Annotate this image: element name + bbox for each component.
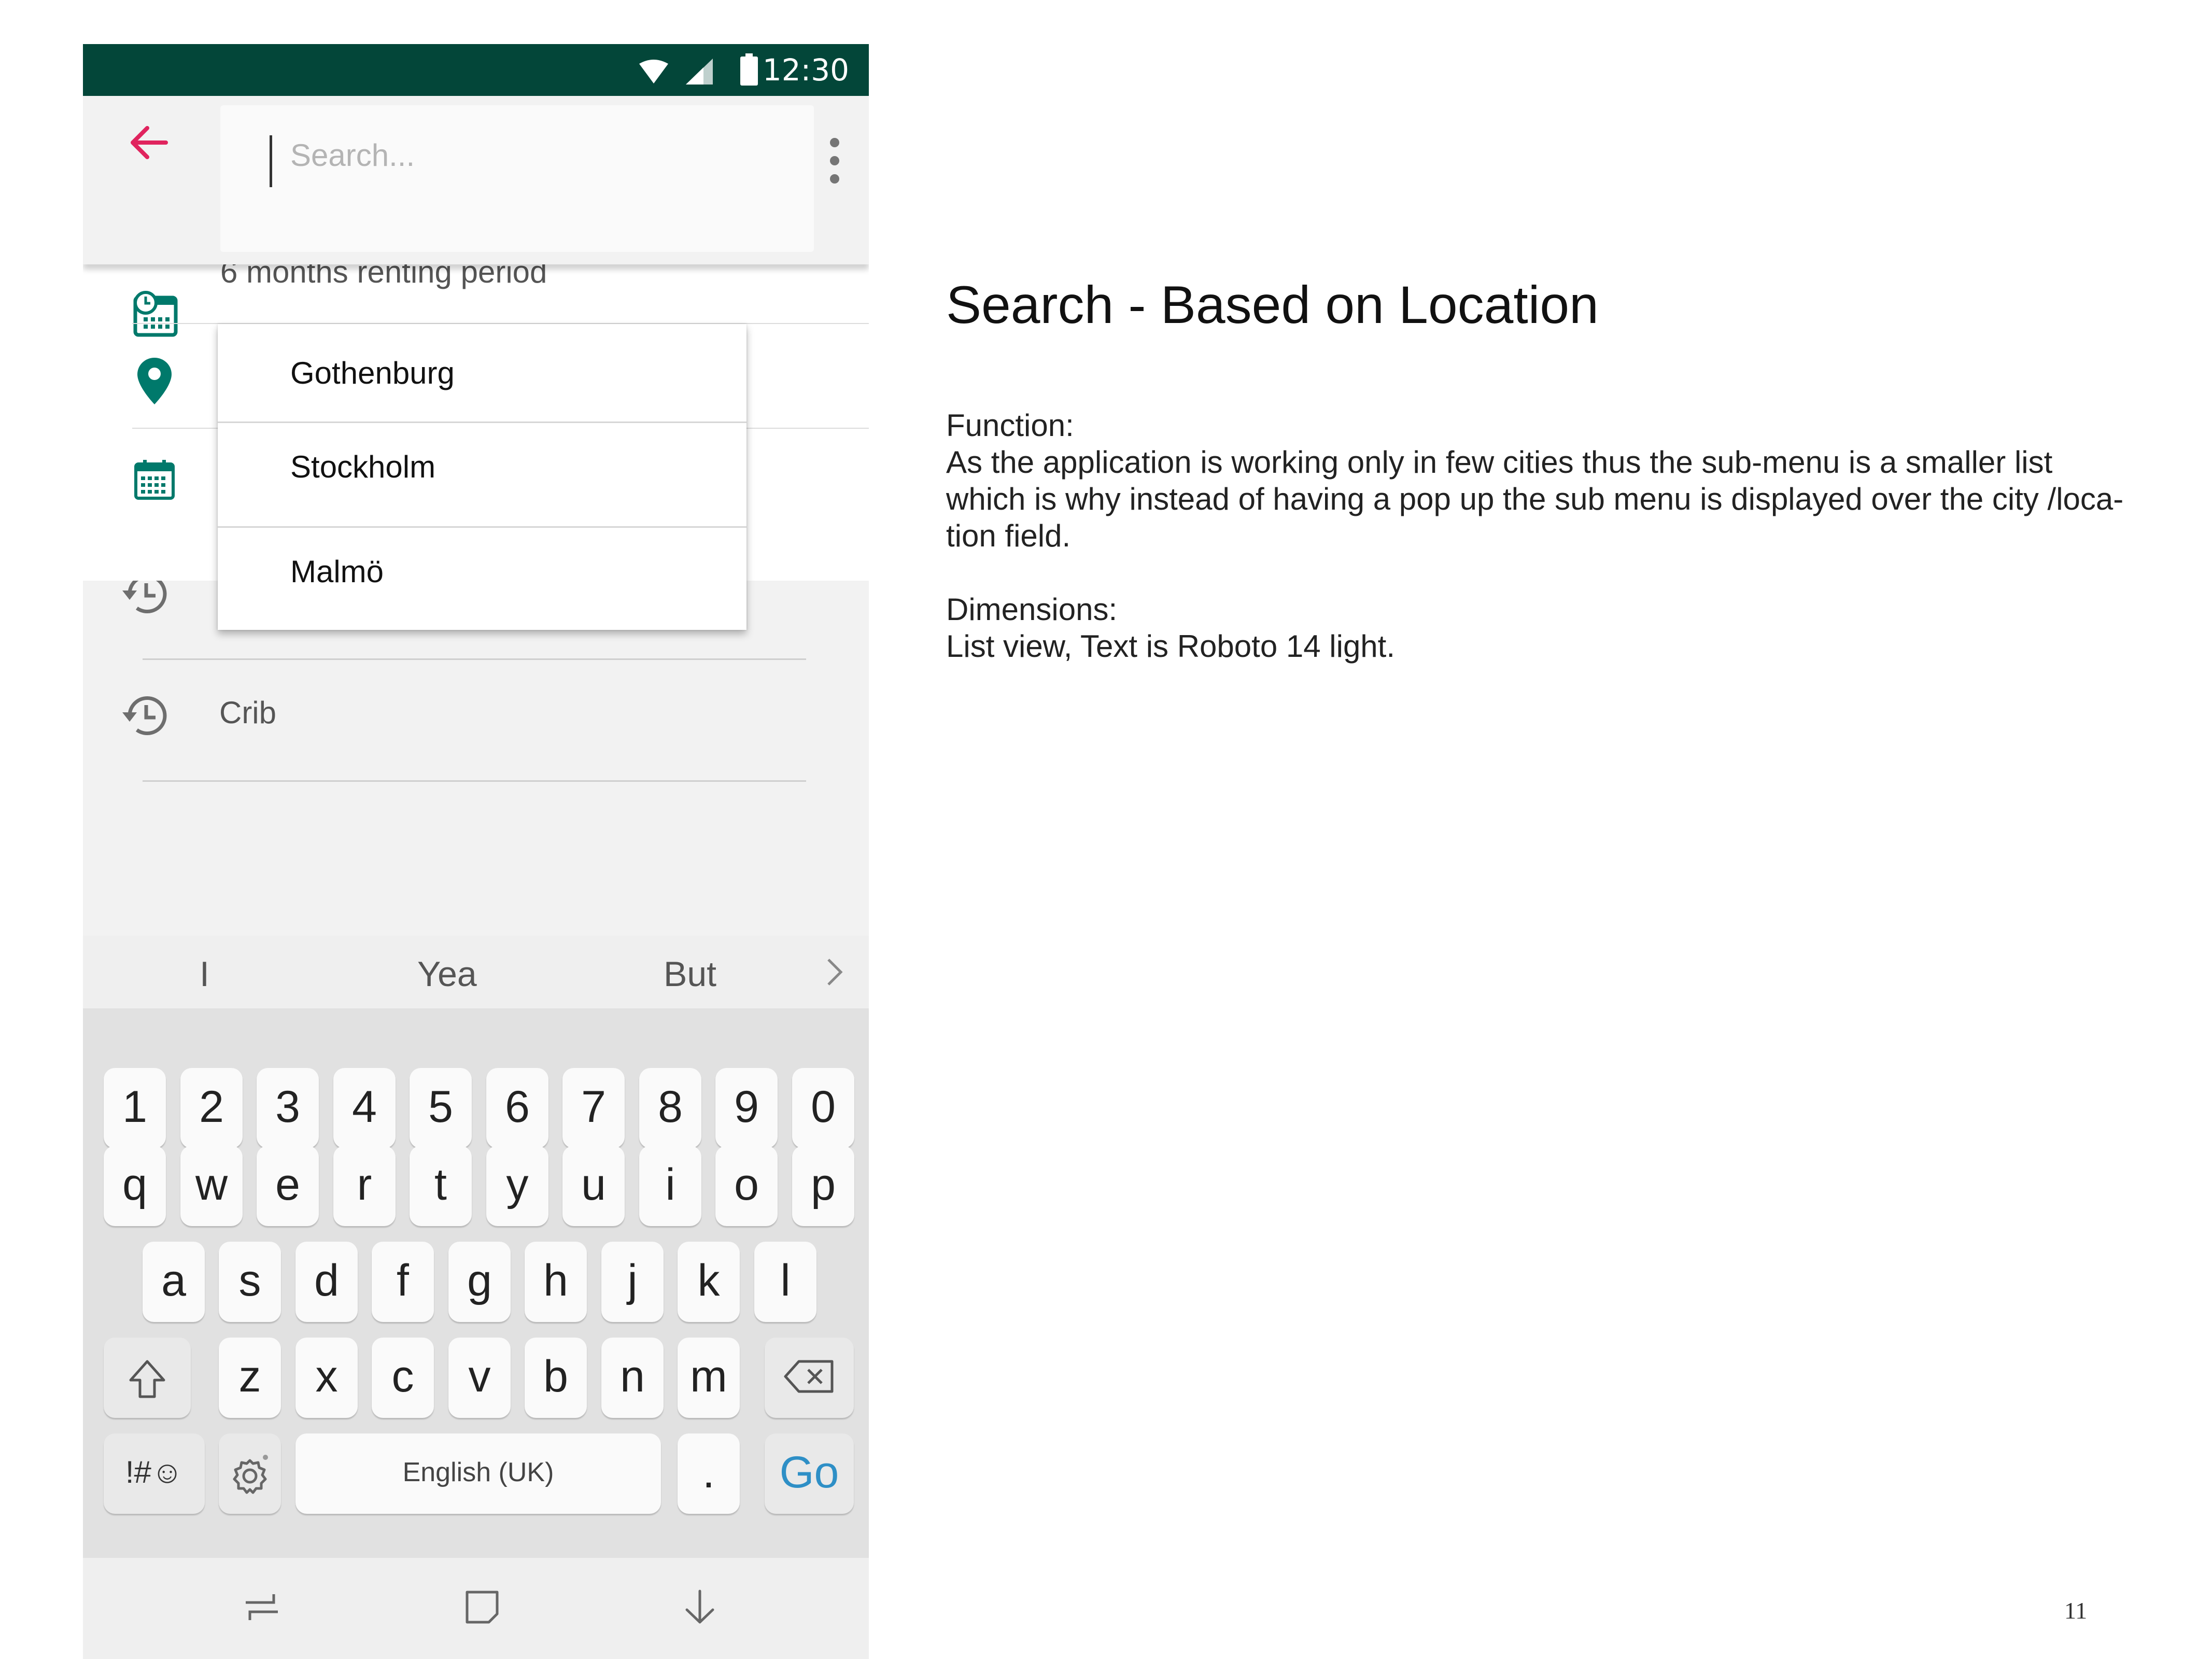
period-key[interactable]: . bbox=[678, 1433, 740, 1514]
space-key[interactable]: English (UK) bbox=[295, 1433, 661, 1514]
more-vert-icon[interactable] bbox=[829, 137, 840, 184]
shift-icon bbox=[129, 1360, 165, 1398]
key-8[interactable]: 8 bbox=[639, 1068, 701, 1148]
go-key[interactable]: Go bbox=[765, 1433, 854, 1514]
shift-key[interactable] bbox=[104, 1338, 191, 1418]
key-d[interactable]: d bbox=[295, 1242, 358, 1322]
page-title: Search - Based on Location bbox=[946, 275, 1599, 334]
city-option-stockholm[interactable]: Stockholm bbox=[218, 423, 746, 526]
history-item[interactable]: Crib bbox=[219, 695, 276, 730]
history-icon bbox=[122, 696, 167, 735]
key-q[interactable]: q bbox=[104, 1146, 166, 1226]
status-time: 12:30 bbox=[762, 52, 849, 88]
chevron-right-icon[interactable] bbox=[824, 957, 845, 988]
divider bbox=[143, 780, 806, 782]
dimensions-text: List view, Text is Roboto 14 light. bbox=[946, 629, 1396, 664]
key-c[interactable]: c bbox=[372, 1338, 434, 1418]
city-option-gothenburg[interactable]: Gothenburg bbox=[218, 324, 746, 421]
key-r[interactable]: r bbox=[333, 1146, 396, 1226]
key-t[interactable]: t bbox=[410, 1146, 472, 1226]
soft-keyboard: I Yea But 1 2 3 4 5 6 7 8 9 0 q w e r t … bbox=[83, 936, 869, 1659]
key-l[interactable]: l bbox=[754, 1242, 816, 1322]
key-e[interactable]: e bbox=[257, 1146, 319, 1226]
suggestion-word[interactable]: I bbox=[200, 954, 209, 994]
key-z[interactable]: z bbox=[219, 1338, 281, 1418]
key-0[interactable]: 0 bbox=[792, 1068, 854, 1148]
key-2[interactable]: 2 bbox=[180, 1068, 243, 1148]
city-option-malmo[interactable]: Malmö bbox=[218, 528, 746, 630]
hide-keyboard-icon[interactable] bbox=[682, 1589, 718, 1625]
key-7[interactable]: 7 bbox=[562, 1068, 625, 1148]
search-input[interactable] bbox=[220, 105, 814, 252]
key-y[interactable]: y bbox=[486, 1146, 548, 1226]
symbols-key[interactable]: !#☺ bbox=[104, 1433, 205, 1514]
battery-icon bbox=[740, 53, 758, 86]
key-o[interactable]: o bbox=[715, 1146, 778, 1226]
key-p[interactable]: p bbox=[792, 1146, 854, 1226]
key-x[interactable]: x bbox=[295, 1338, 358, 1418]
city-option-label: Gothenburg bbox=[290, 356, 455, 390]
gear-icon bbox=[233, 1455, 268, 1494]
key-n[interactable]: n bbox=[601, 1338, 664, 1418]
key-h[interactable]: h bbox=[525, 1242, 587, 1322]
key-6[interactable]: 6 bbox=[486, 1068, 548, 1148]
city-option-label: Malmö bbox=[290, 554, 384, 589]
city-option-label: Stockholm bbox=[290, 449, 436, 484]
wifi-icon bbox=[639, 60, 668, 83]
recent-apps-icon[interactable] bbox=[244, 1589, 280, 1625]
key-w[interactable]: w bbox=[180, 1146, 243, 1226]
page-number: 11 bbox=[2064, 1597, 2088, 1624]
key-9[interactable]: 9 bbox=[715, 1068, 778, 1148]
key-5[interactable]: 5 bbox=[410, 1068, 472, 1148]
function-line: which is why instead of having a pop up … bbox=[946, 482, 2124, 516]
phone-screen: 12:30 Search... 6 months renting period bbox=[83, 44, 869, 1659]
key-3[interactable]: 3 bbox=[257, 1068, 319, 1148]
key-g[interactable]: g bbox=[448, 1242, 511, 1322]
suggestion-word[interactable]: But bbox=[664, 954, 716, 994]
key-4[interactable]: 4 bbox=[333, 1068, 396, 1148]
key-v[interactable]: v bbox=[448, 1338, 511, 1418]
key-1[interactable]: 1 bbox=[104, 1068, 166, 1148]
settings-key[interactable] bbox=[219, 1433, 281, 1514]
calendar-icon bbox=[134, 460, 175, 500]
key-s[interactable]: s bbox=[219, 1242, 281, 1322]
navigation-bar bbox=[83, 1558, 869, 1659]
suggestion-word[interactable]: Yea bbox=[417, 954, 477, 994]
key-j[interactable]: j bbox=[601, 1242, 664, 1322]
signal-icon bbox=[686, 59, 713, 85]
key-m[interactable]: m bbox=[678, 1338, 740, 1418]
backspace-icon bbox=[784, 1360, 834, 1393]
search-placeholder: Search... bbox=[290, 138, 415, 173]
calendar-clock-icon bbox=[133, 291, 178, 337]
function-line: As the application is working only in fe… bbox=[946, 445, 2053, 480]
backspace-key[interactable] bbox=[765, 1338, 854, 1418]
description-text: Function: As the application is working … bbox=[946, 407, 2128, 665]
key-a[interactable]: a bbox=[143, 1242, 205, 1322]
key-u[interactable]: u bbox=[562, 1146, 625, 1226]
status-bar: 12:30 bbox=[83, 44, 869, 96]
back-arrow-icon[interactable] bbox=[129, 122, 170, 163]
key-b[interactable]: b bbox=[525, 1338, 587, 1418]
function-line: tion field. bbox=[946, 518, 1071, 553]
key-i[interactable]: i bbox=[639, 1146, 701, 1226]
city-dropdown: Gothenburg Stockholm Malmö bbox=[218, 324, 746, 630]
function-heading: Function: bbox=[946, 408, 1074, 443]
location-pin-icon bbox=[137, 358, 172, 404]
key-f[interactable]: f bbox=[372, 1242, 434, 1322]
key-k[interactable]: k bbox=[678, 1242, 740, 1322]
dimensions-heading: Dimensions: bbox=[946, 592, 1118, 627]
divider bbox=[143, 658, 806, 660]
text-cursor bbox=[270, 135, 272, 187]
home-icon[interactable] bbox=[464, 1589, 500, 1625]
suggestion-bar: I Yea But bbox=[83, 936, 869, 1008]
